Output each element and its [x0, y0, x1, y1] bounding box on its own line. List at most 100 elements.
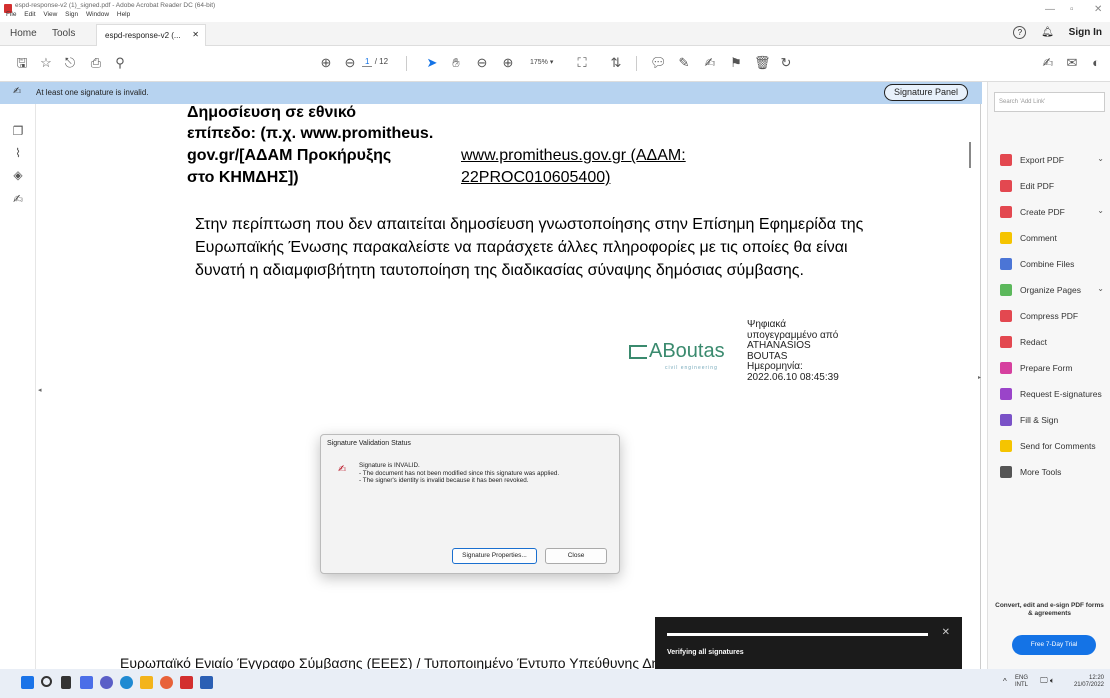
- help-icon[interactable]: ?: [1013, 26, 1027, 39]
- tool-item[interactable]: Edit PDF: [1000, 178, 1108, 194]
- tool-icon: [1000, 284, 1012, 296]
- bookmark-star-icon[interactable]: ☆: [38, 55, 54, 71]
- sign-icon[interactable]: ✍︎: [702, 55, 718, 71]
- menu-edit[interactable]: Edit: [24, 11, 35, 18]
- page-up-icon[interactable]: ⊕: [318, 55, 334, 71]
- digital-signature-stamp[interactable]: ABoutas civil engineering Ψηφιακά υπογεγ…: [629, 319, 869, 390]
- tool-item[interactable]: Export PDF ⌄: [1000, 152, 1108, 168]
- word-icon[interactable]: [200, 676, 213, 689]
- clock[interactable]: 12:20 21/07/2022: [1066, 675, 1104, 689]
- tools-search-input[interactable]: Search 'Add Link': [994, 92, 1105, 112]
- document-view[interactable]: Δημοσίευση σε εθνικό επίπεδο: (π.χ. www.…: [36, 104, 982, 669]
- page-down-icon[interactable]: ⊖: [342, 55, 358, 71]
- page-indicator: 1 / 12: [362, 57, 388, 67]
- chat-icon[interactable]: [100, 676, 113, 689]
- widgets-icon[interactable]: [80, 676, 93, 689]
- task-view-icon[interactable]: [61, 676, 71, 689]
- save-icon[interactable]: 🖫: [14, 55, 30, 71]
- doc-row-label-line3: gov.gr/[ΑΔΑΜ Προκήρυξης: [187, 147, 392, 164]
- tool-item[interactable]: Request E-signatures: [1000, 386, 1108, 402]
- file-explorer-icon[interactable]: [140, 676, 153, 689]
- taskbar-search-icon[interactable]: [41, 676, 52, 687]
- bell-icon[interactable]: 🔔︎: [1041, 27, 1054, 38]
- rotate-icon[interactable]: ↻: [778, 55, 794, 71]
- menu-view[interactable]: View: [43, 11, 57, 18]
- maximize-icon[interactable]: ▫: [1070, 4, 1074, 15]
- collapse-pane-icon[interactable]: ▸: [978, 374, 981, 381]
- chevron-down-icon[interactable]: ⌄: [1097, 206, 1104, 215]
- print-icon[interactable]: ⎙: [88, 55, 104, 71]
- zoom-in-icon[interactable]: ⊕: [500, 55, 516, 71]
- tool-item[interactable]: Combine Files: [1000, 256, 1108, 272]
- signatures-icon[interactable]: ✍︎: [10, 192, 26, 208]
- chevron-down-icon[interactable]: ⌄: [1097, 284, 1104, 293]
- firefox-icon[interactable]: [160, 676, 173, 689]
- tool-item[interactable]: Redact: [1000, 334, 1108, 350]
- highlight-pen-icon[interactable]: ✎: [676, 55, 692, 71]
- tool-item[interactable]: Create PDF ⌄: [1000, 204, 1108, 220]
- tool-item[interactable]: More Tools: [1000, 464, 1108, 480]
- comment-icon[interactable]: 💬︎: [650, 55, 667, 71]
- fit-page-icon[interactable]: ⛶: [574, 55, 590, 71]
- page-number-input[interactable]: 1: [362, 57, 373, 67]
- stamp-icon[interactable]: ⚑: [728, 55, 744, 71]
- chevron-down-icon[interactable]: ⌄: [1097, 154, 1104, 163]
- acrobat-taskbar-icon[interactable]: [180, 676, 193, 689]
- dialog-line: - The signer's identity is invalid becau…: [359, 477, 529, 484]
- tool-label: Send for Comments: [1020, 441, 1096, 451]
- tool-item[interactable]: Compress PDF: [1000, 308, 1108, 324]
- verify-status-text: Verifying all signatures: [667, 649, 744, 656]
- tab-tools[interactable]: Tools: [52, 28, 75, 39]
- signature-panel-button[interactable]: Signature Panel: [883, 84, 968, 101]
- select-tool-icon[interactable]: ➤: [424, 55, 440, 71]
- mail-icon[interactable]: ✉︎: [1064, 55, 1080, 71]
- tool-item[interactable]: Comment: [1000, 230, 1108, 246]
- minimize-icon[interactable]: —: [1045, 4, 1055, 15]
- tool-item[interactable]: Send for Comments: [1000, 438, 1108, 454]
- language-indicator[interactable]: ENG INTL: [1015, 675, 1028, 689]
- left-panel-expand-icon[interactable]: ◂: [38, 386, 42, 394]
- vertical-scrollbar-thumb[interactable]: [969, 142, 971, 168]
- sign-in-link[interactable]: Sign In: [1069, 27, 1102, 38]
- close-window-icon[interactable]: ✕: [1094, 4, 1102, 15]
- tool-icon: [1000, 180, 1012, 192]
- tool-item[interactable]: Prepare Form: [1000, 360, 1108, 376]
- page-thumbnails-icon[interactable]: ❐: [10, 124, 26, 140]
- zoom-level-select[interactable]: 175% ▾: [530, 58, 553, 66]
- windows-start-icon[interactable]: [21, 676, 34, 689]
- close-button[interactable]: Close: [545, 548, 607, 564]
- delete-icon[interactable]: 🗑︎: [754, 55, 771, 71]
- signature-validation-dialog: Signature Validation Status ✍︎ Signature…: [320, 434, 620, 574]
- tool-label: Compress PDF: [1020, 311, 1079, 321]
- doc-row-value-line1: www.promitheus.gov.gr (ΑΔΑΜ:: [461, 147, 686, 164]
- tab-document[interactable]: espd-response-v2 (... ✕: [96, 24, 206, 46]
- tool-item[interactable]: Organize Pages ⌄: [1000, 282, 1108, 298]
- share-icon[interactable]: ⎋: [62, 55, 78, 71]
- menu-window[interactable]: Window: [86, 11, 109, 18]
- tab-home[interactable]: Home: [10, 28, 37, 39]
- fill-sign-icon[interactable]: ✍︎: [1040, 55, 1056, 71]
- free-trial-button[interactable]: Free 7-Day Trial: [1012, 635, 1096, 655]
- close-tab-icon[interactable]: ✕: [192, 30, 199, 39]
- zoom-out-icon[interactable]: ⊖: [474, 55, 490, 71]
- hand-tool-icon[interactable]: ✋︎: [448, 55, 464, 71]
- edge-icon[interactable]: [120, 676, 133, 689]
- menu-help[interactable]: Help: [117, 11, 130, 18]
- menu-sign[interactable]: Sign: [65, 11, 78, 18]
- search-icon[interactable]: ⚲: [112, 55, 128, 71]
- attachments-icon[interactable]: ⌇: [10, 146, 26, 162]
- tool-item[interactable]: Fill & Sign: [1000, 412, 1108, 428]
- account-icon[interactable]: ◐: [1088, 55, 1104, 71]
- close-verify-icon[interactable]: ✕: [942, 627, 950, 638]
- promo-text: Convert, edit and e-sign PDF forms & agr…: [995, 602, 1104, 617]
- signature-properties-button[interactable]: Signature Properties...: [452, 548, 537, 564]
- tool-icon: [1000, 232, 1012, 244]
- scroll-mode-icon[interactable]: ⇅: [608, 55, 624, 71]
- tray-expand-icon[interactable]: ^: [1003, 678, 1007, 686]
- layers-icon[interactable]: ◈: [10, 168, 26, 184]
- network-volume-icon[interactable]: 🖵 🔈︎: [1040, 677, 1055, 685]
- menu-file[interactable]: File: [6, 11, 16, 18]
- tool-icon: [1000, 206, 1012, 218]
- tool-icon: [1000, 388, 1012, 400]
- document-edge-divider: [980, 104, 981, 669]
